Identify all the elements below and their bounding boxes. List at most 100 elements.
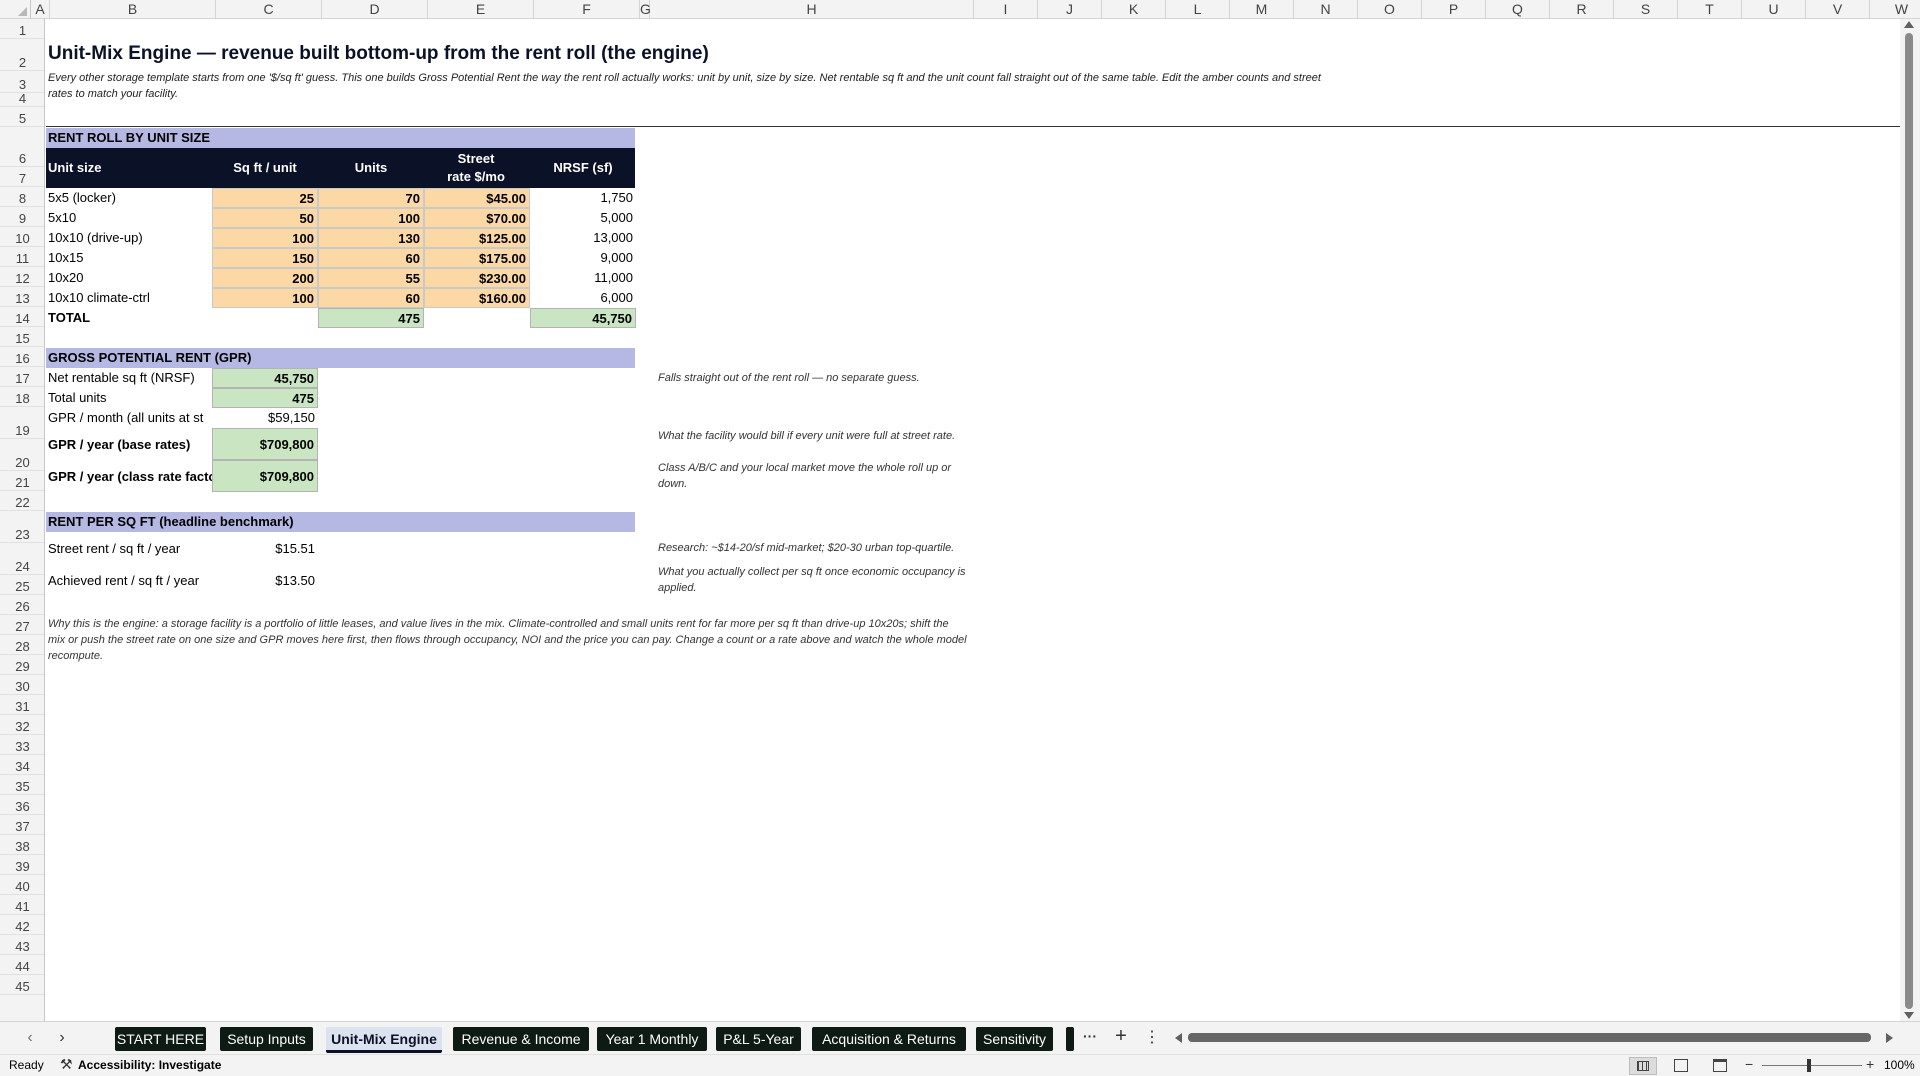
tab-start-here[interactable]: START HERE [115, 1027, 206, 1051]
zoom-slider-thumb[interactable] [1807, 1059, 1811, 1072]
zoom-slider[interactable] [1762, 1065, 1862, 1066]
column-header-q[interactable]: Q [1486, 0, 1550, 19]
row-header-39[interactable]: 39 [0, 855, 44, 875]
column-header-t[interactable]: T [1678, 0, 1742, 19]
row-header-6[interactable]: 6 [0, 127, 44, 167]
row-header-27[interactable]: 27 [0, 615, 44, 635]
street-rate-input[interactable]: $125.00 [424, 228, 530, 248]
row-header-40[interactable]: 40 [0, 875, 44, 895]
tab-unit-mix-engine[interactable]: Unit-Mix Engine [326, 1027, 442, 1053]
row-header-3[interactable]: 3 [0, 71, 44, 93]
more-sheets-icon[interactable]: ··· [1080, 1028, 1100, 1048]
row-header-11[interactable]: 11 [0, 247, 44, 267]
units-input[interactable]: 60 [318, 288, 424, 308]
street-rate-input[interactable]: $160.00 [424, 288, 530, 308]
worksheet-grid[interactable]: Unit-Mix Engine — revenue built bottom-u… [46, 19, 1900, 1021]
column-header-e[interactable]: E [428, 0, 534, 19]
column-header-l[interactable]: L [1166, 0, 1230, 19]
zoom-out-icon[interactable]: − [1745, 1056, 1753, 1072]
accessibility-icon[interactable]: ⚒ [60, 1056, 73, 1073]
units-input[interactable]: 130 [318, 228, 424, 248]
street-rate-input[interactable]: $45.00 [424, 188, 530, 208]
column-header-a[interactable]: A [31, 0, 50, 19]
tab-revenue-income[interactable]: Revenue & Income [453, 1027, 589, 1051]
hscroll-left-icon[interactable] [1175, 1033, 1182, 1043]
column-header-n[interactable]: N [1294, 0, 1358, 19]
row-header-12[interactable]: 12 [0, 267, 44, 287]
hscroll-right-icon[interactable] [1886, 1033, 1893, 1043]
normal-view-icon[interactable] [1629, 1057, 1657, 1075]
status-accessibility[interactable]: Accessibility: Investigate [78, 1058, 221, 1072]
row-header-36[interactable]: 36 [0, 795, 44, 815]
row-header-25[interactable]: 25 [0, 575, 44, 595]
column-header-s[interactable]: S [1614, 0, 1678, 19]
row-header-23[interactable]: 23 [0, 511, 44, 543]
row-header-29[interactable]: 29 [0, 655, 44, 675]
row-header-15[interactable]: 15 [0, 327, 44, 347]
row-header-44[interactable]: 44 [0, 955, 44, 975]
row-header-37[interactable]: 37 [0, 815, 44, 835]
scroll-up-icon[interactable] [1904, 21, 1914, 28]
page-layout-view-icon[interactable] [1674, 1059, 1688, 1072]
row-header-8[interactable]: 8 [0, 187, 44, 207]
row-header-20[interactable]: 20 [0, 439, 44, 471]
row-header-28[interactable]: 28 [0, 635, 44, 655]
select-all-corner[interactable] [0, 0, 31, 19]
tab-setup-inputs[interactable]: Setup Inputs [220, 1027, 313, 1051]
units-input[interactable]: 70 [318, 188, 424, 208]
page-break-view-icon[interactable] [1713, 1059, 1727, 1072]
row-header-18[interactable]: 18 [0, 387, 44, 407]
scroll-thumb[interactable] [1905, 33, 1913, 1009]
row-header-32[interactable]: 32 [0, 715, 44, 735]
row-header-16[interactable]: 16 [0, 347, 44, 367]
row-header-21[interactable]: 21 [0, 471, 44, 491]
tab-year1-monthly[interactable]: Year 1 Monthly [597, 1027, 707, 1051]
row-header-19[interactable]: 19 [0, 407, 44, 439]
zoom-in-icon[interactable]: + [1866, 1056, 1874, 1072]
tab-sensitivity[interactable]: Sensitivity [976, 1027, 1053, 1051]
row-header-33[interactable]: 33 [0, 735, 44, 755]
units-input[interactable]: 100 [318, 208, 424, 228]
column-header-m[interactable]: M [1230, 0, 1294, 19]
row-header-22[interactable]: 22 [0, 491, 44, 511]
column-header-b[interactable]: B [50, 0, 216, 19]
tab-overflow-partial[interactable] [1066, 1027, 1074, 1051]
sqft-input[interactable]: 50 [212, 208, 318, 228]
row-header-14[interactable]: 14 [0, 307, 44, 327]
tab-options-icon[interactable]: ⋮ [1144, 1027, 1160, 1047]
row-header-13[interactable]: 13 [0, 287, 44, 307]
sqft-input[interactable]: 200 [212, 268, 318, 288]
street-rate-input[interactable]: $70.00 [424, 208, 530, 228]
street-rate-input[interactable]: $230.00 [424, 268, 530, 288]
row-header-9[interactable]: 9 [0, 207, 44, 227]
vertical-scrollbar[interactable] [1900, 19, 1920, 1021]
row-header-34[interactable]: 34 [0, 755, 44, 775]
row-header-7[interactable]: 7 [0, 167, 44, 187]
row-header-10[interactable]: 10 [0, 227, 44, 247]
column-header-o[interactable]: O [1358, 0, 1422, 19]
scroll-down-icon[interactable] [1904, 1012, 1914, 1019]
row-header-1[interactable]: 1 [0, 19, 44, 39]
sqft-input[interactable]: 150 [212, 248, 318, 268]
row-header-45[interactable]: 45 [0, 975, 44, 995]
row-header-24[interactable]: 24 [0, 543, 44, 575]
column-header-d[interactable]: D [322, 0, 428, 19]
sqft-input[interactable]: 100 [212, 288, 318, 308]
horizontal-scroll-thumb[interactable] [1188, 1033, 1871, 1042]
column-header-h[interactable]: H [650, 0, 974, 19]
tab-acquisition-returns[interactable]: Acquisition & Returns [812, 1027, 966, 1051]
add-sheet-icon[interactable]: + [1110, 1025, 1132, 1047]
column-header-p[interactable]: P [1422, 0, 1486, 19]
column-header-g[interactable]: G [640, 0, 651, 19]
column-header-j[interactable]: J [1038, 0, 1102, 19]
column-header-f[interactable]: F [534, 0, 640, 19]
column-header-k[interactable]: K [1102, 0, 1166, 19]
prev-sheet-icon[interactable]: ‹ [22, 1029, 38, 1047]
zoom-level[interactable]: 100% [1884, 1058, 1915, 1072]
column-header-u[interactable]: U [1742, 0, 1806, 19]
row-header-35[interactable]: 35 [0, 775, 44, 795]
street-rate-input[interactable]: $175.00 [424, 248, 530, 268]
sqft-input[interactable]: 25 [212, 188, 318, 208]
row-header-4[interactable]: 4 [0, 92, 44, 107]
sqft-input[interactable]: 100 [212, 228, 318, 248]
